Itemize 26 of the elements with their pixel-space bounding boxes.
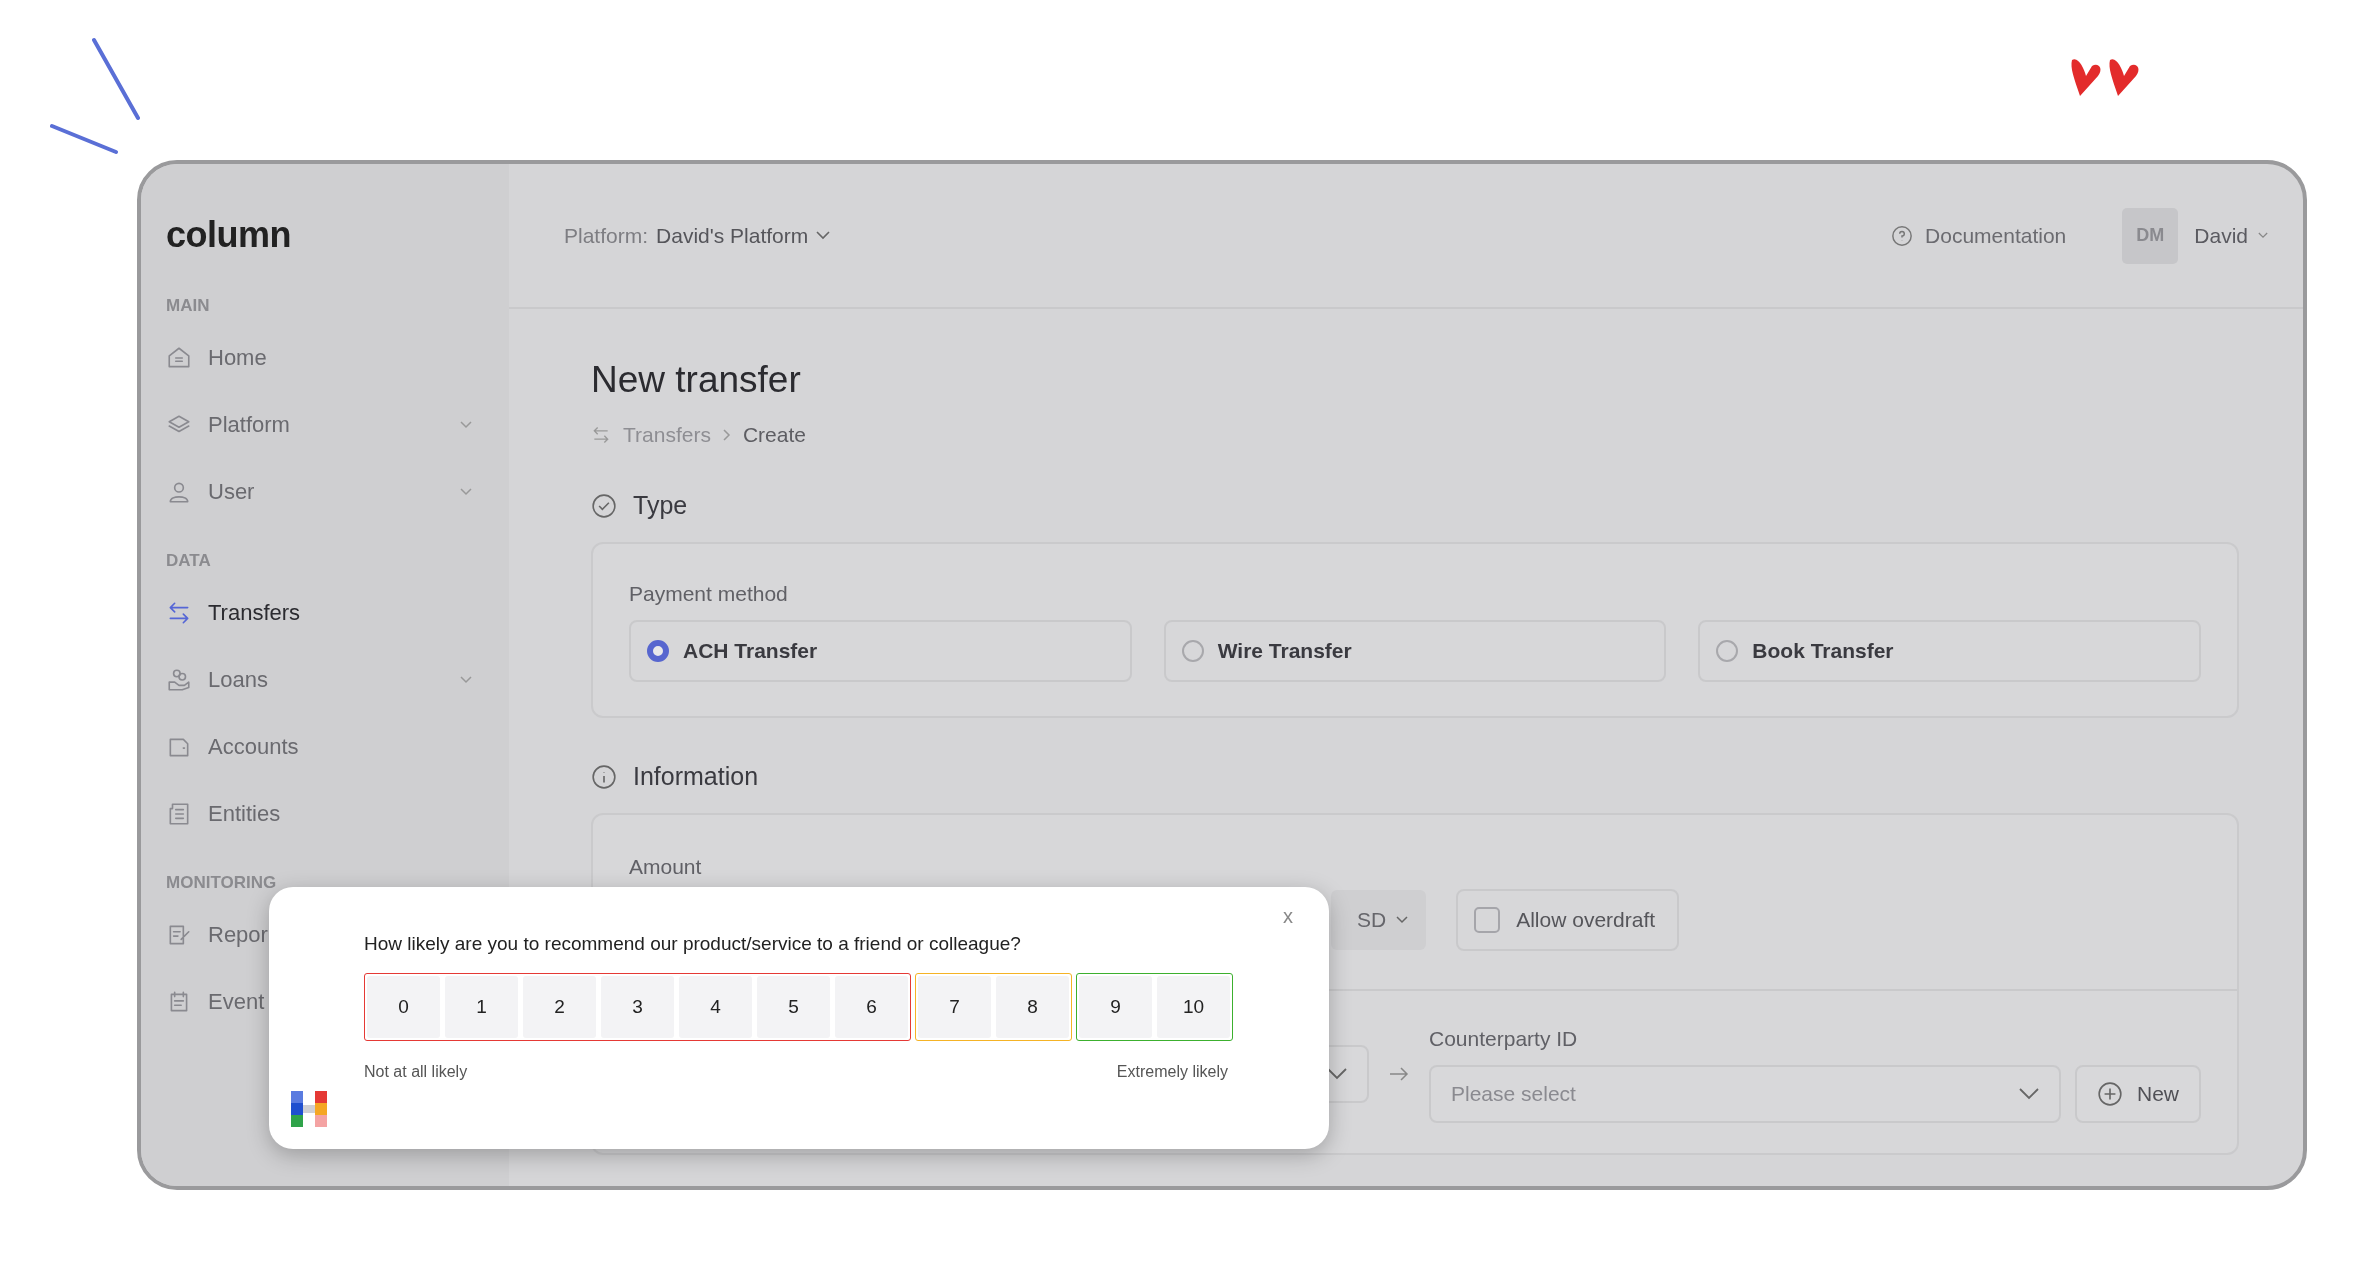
option-label: Wire Transfer — [1217, 639, 1352, 663]
section-heading: DATA — [166, 551, 212, 571]
section-title: Information — [633, 762, 759, 791]
field-label: Amount — [628, 854, 703, 879]
nav-label: Repor — [208, 921, 268, 948]
nav-label: Platform — [208, 411, 290, 438]
nav-label: Event — [208, 988, 265, 1015]
scale-high-label: Extremely likely — [1116, 1063, 1228, 1081]
nav-label: Transfers — [208, 599, 301, 626]
field-label: Counterparty ID — [1429, 1027, 1579, 1051]
survey-question: How likely are you to recommend our product/service to a friend or colleague? — [364, 933, 1022, 955]
checkbox-label: Allow overdraft — [1516, 908, 1656, 932]
nav-label: Home — [208, 344, 267, 371]
nav-label: Entities — [208, 800, 281, 827]
nav-label: Accounts — [208, 733, 299, 760]
section-heading: MONITORING — [166, 873, 278, 893]
logo: column — [166, 214, 292, 256]
field-label: Payment method — [629, 582, 789, 606]
page-title: New transfer — [591, 359, 802, 401]
section-heading: MAIN — [166, 296, 211, 316]
option-label: Book Transfer — [1752, 639, 1894, 663]
nav-label: User — [208, 478, 255, 505]
section-title: Type — [633, 491, 688, 520]
scale-low-label: Not at all likely — [364, 1063, 468, 1081]
option-label: ACH Transfer — [683, 639, 818, 663]
nav-label: Loans — [208, 666, 268, 693]
